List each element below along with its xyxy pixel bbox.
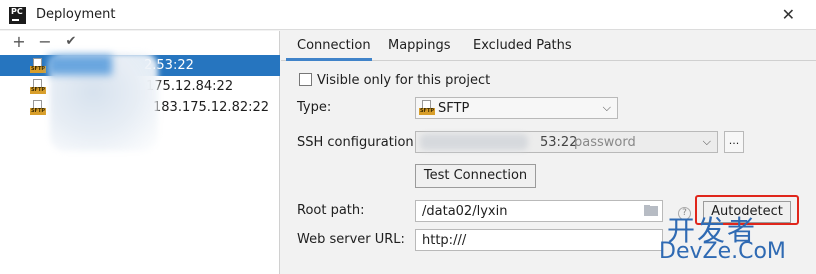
root-path-input[interactable]: /data02/lyxin [415,200,663,222]
server-toolbar: + − ✔ [0,31,280,55]
tab-excluded-paths[interactable]: Excluded Paths [473,38,572,53]
active-tab-indicator [286,58,372,61]
test-connection-button[interactable]: Test Connection [415,164,536,188]
type-label: Type: [297,100,332,115]
ssh-auth-type: password [574,135,636,150]
web-server-url-input[interactable]: http:/// [415,229,663,251]
tab-bar: Connection Mappings Excluded Paths [281,31,816,61]
title-bar: PC Deployment ✕ [0,0,816,30]
chevron-down-icon: ⌵ [702,135,711,148]
server-name: 183.175.12.82:22 [153,100,270,115]
folder-icon[interactable] [644,205,658,216]
web-server-url-value: http:/// [422,233,467,248]
watermark: 开发者 DevZe.CoM [657,209,816,273]
sftp-icon: SFTP [30,58,46,74]
tab-connection[interactable]: Connection [297,38,371,53]
sftp-icon: SFTP [419,100,435,116]
deployment-window: PC Deployment ✕ + − ✔ SFTP 2.53:22 SFTP … [0,0,816,274]
settings-pane: Connection Mappings Excluded Paths Visib… [281,31,816,274]
web-server-url-label: Web server URL: [297,232,405,247]
root-path-value: /data02/lyxin [422,204,508,219]
type-value: SFTP [438,101,470,116]
visible-only-checkbox[interactable] [299,73,312,86]
ssh-config-browse-button[interactable]: ... [724,131,744,153]
watermark-en: DevZe.CoM [659,239,786,264]
chevron-down-icon: ⌵ [602,101,611,114]
add-server-button[interactable]: + [10,33,28,51]
type-select[interactable]: SFTP SFTP ⌵ [415,97,618,119]
window-title: Deployment [36,7,116,22]
sftp-icon: SFTP [30,79,46,95]
ssh-config-value: 53:22 [540,135,578,150]
sftp-icon: SFTP [30,100,46,116]
close-icon[interactable]: ✕ [782,5,795,24]
ssh-config-select[interactable]: 53:22 password ⌵ [415,131,718,153]
apply-icon[interactable]: ✔ [62,33,80,51]
redaction-blur [48,55,112,75]
server-name: 175.12.84:22 [146,79,234,94]
redaction-blur [420,134,528,150]
pycharm-icon: PC [9,7,26,24]
tab-mappings[interactable]: Mappings [388,38,451,53]
ssh-config-label: SSH configuration: [297,135,419,150]
remove-server-button[interactable]: − [36,33,54,51]
visible-only-label: Visible only for this project [317,73,491,88]
server-list-pane: + − ✔ SFTP 2.53:22 SFTP 175.12.84:22 SFT… [0,31,280,274]
root-path-label: Root path: [297,203,365,218]
